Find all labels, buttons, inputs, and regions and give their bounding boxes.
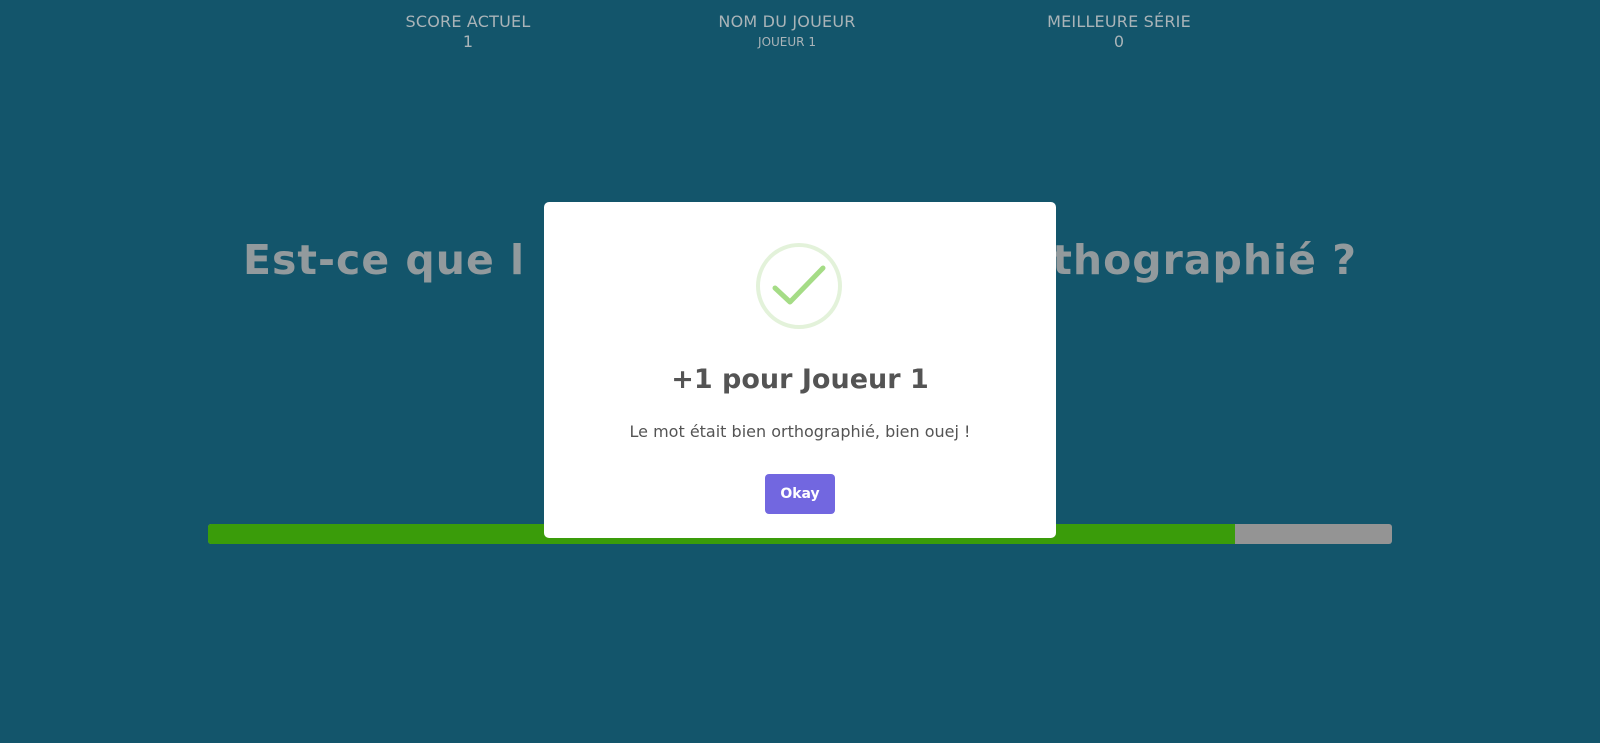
- result-dialog-overlay: +1 pour Joueur 1 Le mot était bien ortho…: [0, 0, 1600, 743]
- okay-button[interactable]: Okay: [765, 474, 835, 514]
- dialog-message: Le mot était bien orthographié, bien oue…: [629, 422, 971, 441]
- checkmark-icon: [756, 243, 842, 329]
- dialog-title: +1 pour Joueur 1: [671, 364, 929, 395]
- result-dialog: +1 pour Joueur 1 Le mot était bien ortho…: [544, 202, 1056, 538]
